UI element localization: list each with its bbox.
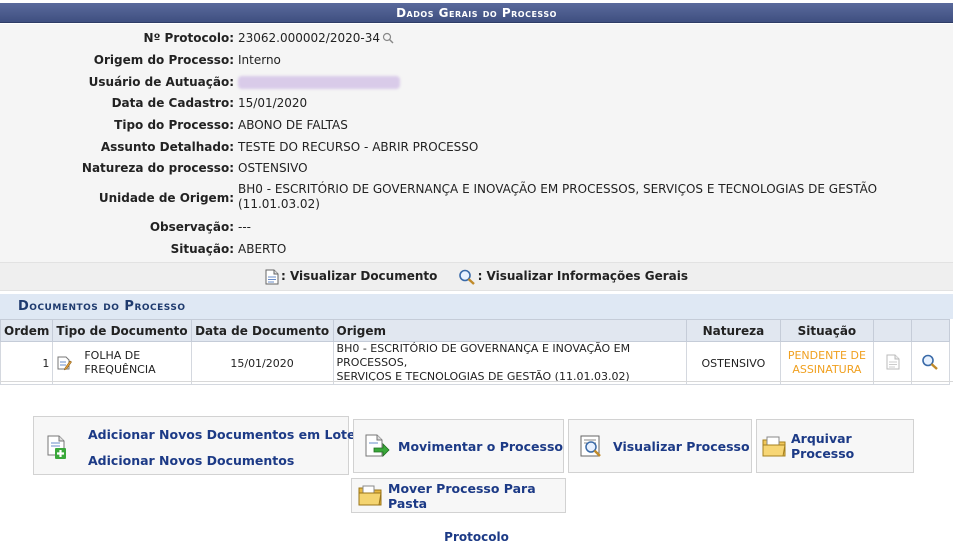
row-assunto: Assunto Detalhado: TESTE DO RECURSO - AB… <box>0 137 953 157</box>
magnifier-icon[interactable] <box>921 354 939 370</box>
document-icon[interactable] <box>886 354 900 370</box>
value-observacao: --- <box>238 220 251 234</box>
cell-ordem: 1 <box>0 341 54 385</box>
row-natureza: Natureza do processo: OSTENSIVO <box>0 158 953 178</box>
view-document-icon <box>580 435 601 457</box>
row-protocolo: Nº Protocolo: 23062.000002/2020-34 <box>0 28 953 48</box>
move-document-icon <box>365 434 390 457</box>
label-protocolo: Nº Protocolo: <box>143 31 234 45</box>
label-assunto: Assunto Detalhado: <box>100 140 234 154</box>
situacao-line2: ASSINATURA <box>792 363 862 376</box>
col-action-doc <box>873 319 912 342</box>
label-observacao: Observação: <box>149 220 234 234</box>
row-situacao: Situação: ABERTO <box>0 239 953 259</box>
legend-view-document-label: : Visualizar Documento <box>281 269 438 283</box>
copy-icon[interactable] <box>382 32 394 44</box>
section-title-bar: Dados Gerais do Processo <box>0 3 953 23</box>
cell-view-document <box>873 341 912 385</box>
documents-table: Ordem Tipo de Documento Data de Document… <box>0 319 951 385</box>
general-info-panel: Nº Protocolo: 23062.000002/2020-34 Orige… <box>0 24 953 262</box>
protocolo-number: 23062.000002/2020-34 <box>238 31 380 45</box>
value-unidade: BH0 - ESCRITÓRIO DE GOVERNANÇA E INOVAÇÃ… <box>238 182 878 211</box>
value-data-cadastro: 15/01/2020 <box>238 96 308 110</box>
row-data-cadastro: Data de Cadastro: 15/01/2020 <box>0 93 953 113</box>
row-unidade: Unidade de Origem: BH0 - ESCRITÓRIO DE G… <box>0 182 953 216</box>
row-tipo: Tipo do Processo: ABONO DE FALTAS <box>0 115 953 135</box>
cell-view-info <box>910 341 951 385</box>
col-origem: Origem <box>332 319 688 342</box>
redacted-user <box>238 76 400 89</box>
table-row: 1 FOLHA DE FREQUÊNCIA 15/01/2020 BH0 - ES… <box>0 341 951 385</box>
add-documents-link[interactable]: Adicionar Novos Documentos <box>88 453 294 468</box>
edit-document-icon[interactable] <box>56 355 73 371</box>
label-origem: Origem do Processo: <box>93 53 234 67</box>
move-to-folder-button[interactable]: Mover Processo Para Pasta <box>351 478 566 513</box>
col-ordem: Ordem <box>0 319 54 342</box>
cell-natureza: OSTENSIVO <box>686 341 781 385</box>
legend-view-document: : Visualizar Documento <box>265 263 437 290</box>
col-tipo: Tipo de Documento <box>52 319 192 342</box>
col-data: Data de Documento <box>190 319 334 342</box>
add-document-icon <box>47 435 66 459</box>
move-to-folder-label: Mover Processo Para Pasta <box>388 480 536 511</box>
label-unidade: Unidade de Origem: <box>98 191 234 205</box>
value-protocolo: 23062.000002/2020-34 <box>238 31 394 45</box>
section-title: Dados Gerais do Processo <box>396 6 557 20</box>
label-tipo: Tipo do Processo: <box>114 118 234 132</box>
legend-view-info: : Visualizar Informações Gerais <box>458 263 688 290</box>
add-documents-box: Adicionar Novos Documentos em Lote Adici… <box>33 416 356 475</box>
magnifier-icon <box>458 269 475 285</box>
move-process-label: Movimentar o Processo <box>398 438 563 454</box>
row-usuario: Usuário de Autuação: <box>0 72 953 92</box>
folder-icon <box>358 485 382 505</box>
documents-section-title: Documentos do Processo <box>0 294 953 319</box>
label-natureza: Natureza do processo: <box>81 161 234 175</box>
archive-process-button[interactable]: Arquivar Processo <box>756 419 914 473</box>
add-batch-documents-link[interactable]: Adicionar Novos Documentos em Lote <box>88 427 356 442</box>
tipo-line1: FOLHA DE <box>84 349 141 362</box>
row-origem: Origem do Processo: Interno <box>0 50 953 70</box>
situacao-line1: PENDENTE DE <box>787 349 866 362</box>
legend-view-info-label: : Visualizar Informações Gerais <box>477 269 688 283</box>
tipo-line2: FREQUÊNCIA <box>84 363 156 376</box>
move-process-button[interactable]: Movimentar o Processo <box>353 419 564 473</box>
col-natureza: Natureza <box>686 319 781 342</box>
icon-legend: : Visualizar Documento : Visualizar Info… <box>0 262 953 291</box>
value-assunto: TESTE DO RECURSO - ABRIR PROCESSO <box>238 140 479 154</box>
label-usuario: Usuário de Autuação: <box>88 75 234 89</box>
row-observacao: Observação: --- <box>0 217 953 237</box>
archive-process-label: Arquivar Processo <box>791 431 855 461</box>
value-natureza: OSTENSIVO <box>238 161 308 175</box>
label-situacao: Situação: <box>170 242 234 256</box>
tipo-text: FOLHA DE FREQUÊNCIA <box>78 349 155 377</box>
label-data-cadastro: Data de Cadastro: <box>111 96 234 110</box>
col-situacao: Situação <box>779 319 875 342</box>
col-action-info <box>910 319 951 342</box>
divider <box>0 381 953 382</box>
archive-folder-icon <box>762 436 786 457</box>
protocol-link[interactable]: Protocolo <box>0 530 953 544</box>
cell-data: 15/01/2020 <box>190 341 334 385</box>
view-process-button[interactable]: Visualizar Processo <box>568 419 752 473</box>
view-process-label: Visualizar Processo <box>613 438 750 454</box>
table-header-row: Ordem Tipo de Documento Data de Document… <box>0 319 951 342</box>
value-origem: Interno <box>238 53 281 67</box>
cell-tipo: FOLHA DE FREQUÊNCIA <box>52 341 192 385</box>
origem-line1: BH0 - ESCRITÓRIO DE GOVERNANÇA E INOVAÇÃ… <box>336 342 631 369</box>
cell-situacao: PENDENTE DE ASSINATURA <box>779 341 875 385</box>
value-situacao: ABERTO <box>238 242 287 256</box>
document-icon <box>265 269 279 284</box>
cell-origem: BH0 - ESCRITÓRIO DE GOVERNANÇA E INOVAÇÃ… <box>332 341 688 385</box>
value-tipo: ABONO DE FALTAS <box>238 118 348 132</box>
